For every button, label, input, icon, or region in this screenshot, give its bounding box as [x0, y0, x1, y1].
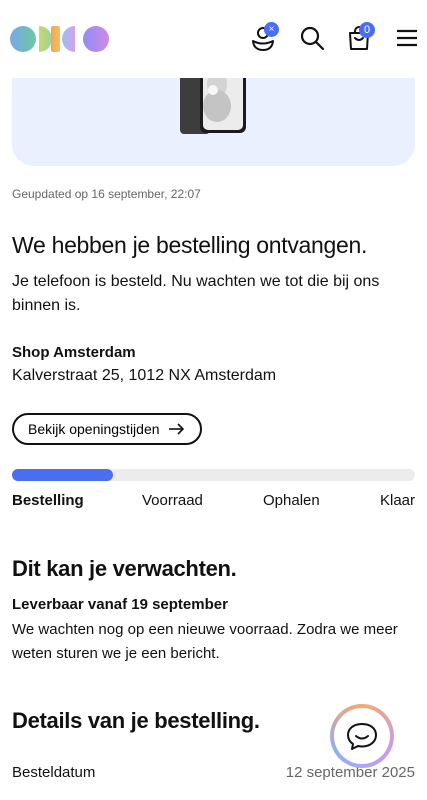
chat-icon [347, 723, 377, 750]
page-title: We hebben je bestelling ontvangen. [12, 232, 368, 258]
shop-address: Kalverstraat 25, 1012 NX Amsterdam [12, 367, 277, 384]
availability-text: We wachten nog op een nieuwe voorraad. Z… [12, 621, 398, 662]
step-voorraad: Voorraad [142, 492, 203, 509]
arrow-right-icon [168, 423, 184, 435]
step-klaar: Klaar [380, 492, 416, 509]
site-header: × 0 [0, 0, 427, 78]
status-description: Je telefoon is besteld. Nu wachten we to… [12, 273, 380, 314]
shop-name: Shop Amsterdam [12, 344, 136, 361]
phone-product-image [180, 78, 246, 134]
order-date-label: Besteldatum [12, 764, 96, 781]
chat-button[interactable] [330, 704, 394, 768]
order-details-heading: Details van je bestelling. [12, 708, 260, 733]
order-date-value: 12 september 2025 [285, 764, 415, 781]
last-updated-text: Geupdated op 16 september, 22:07 [12, 187, 201, 201]
cart-count-badge: 0 [359, 22, 375, 38]
availability-label: Leverbaar vanaf 19 september [12, 596, 228, 613]
search-icon[interactable] [298, 24, 326, 52]
step-ophalen: Ophalen [263, 492, 320, 509]
menu-icon[interactable] [393, 24, 421, 52]
step-bestelling: Bestelling [12, 492, 84, 509]
opening-hours-label: Bekijk openingstijden [28, 421, 160, 437]
order-progress-bar [12, 469, 415, 481]
order-progress-fill [12, 469, 113, 481]
odido-logo[interactable] [9, 24, 111, 54]
opening-hours-button[interactable]: Bekijk openingstijden [12, 413, 202, 445]
product-image-banner [12, 78, 415, 166]
account-badge: × [264, 22, 279, 37]
expectation-heading: Dit kan je verwachten. [12, 556, 237, 581]
